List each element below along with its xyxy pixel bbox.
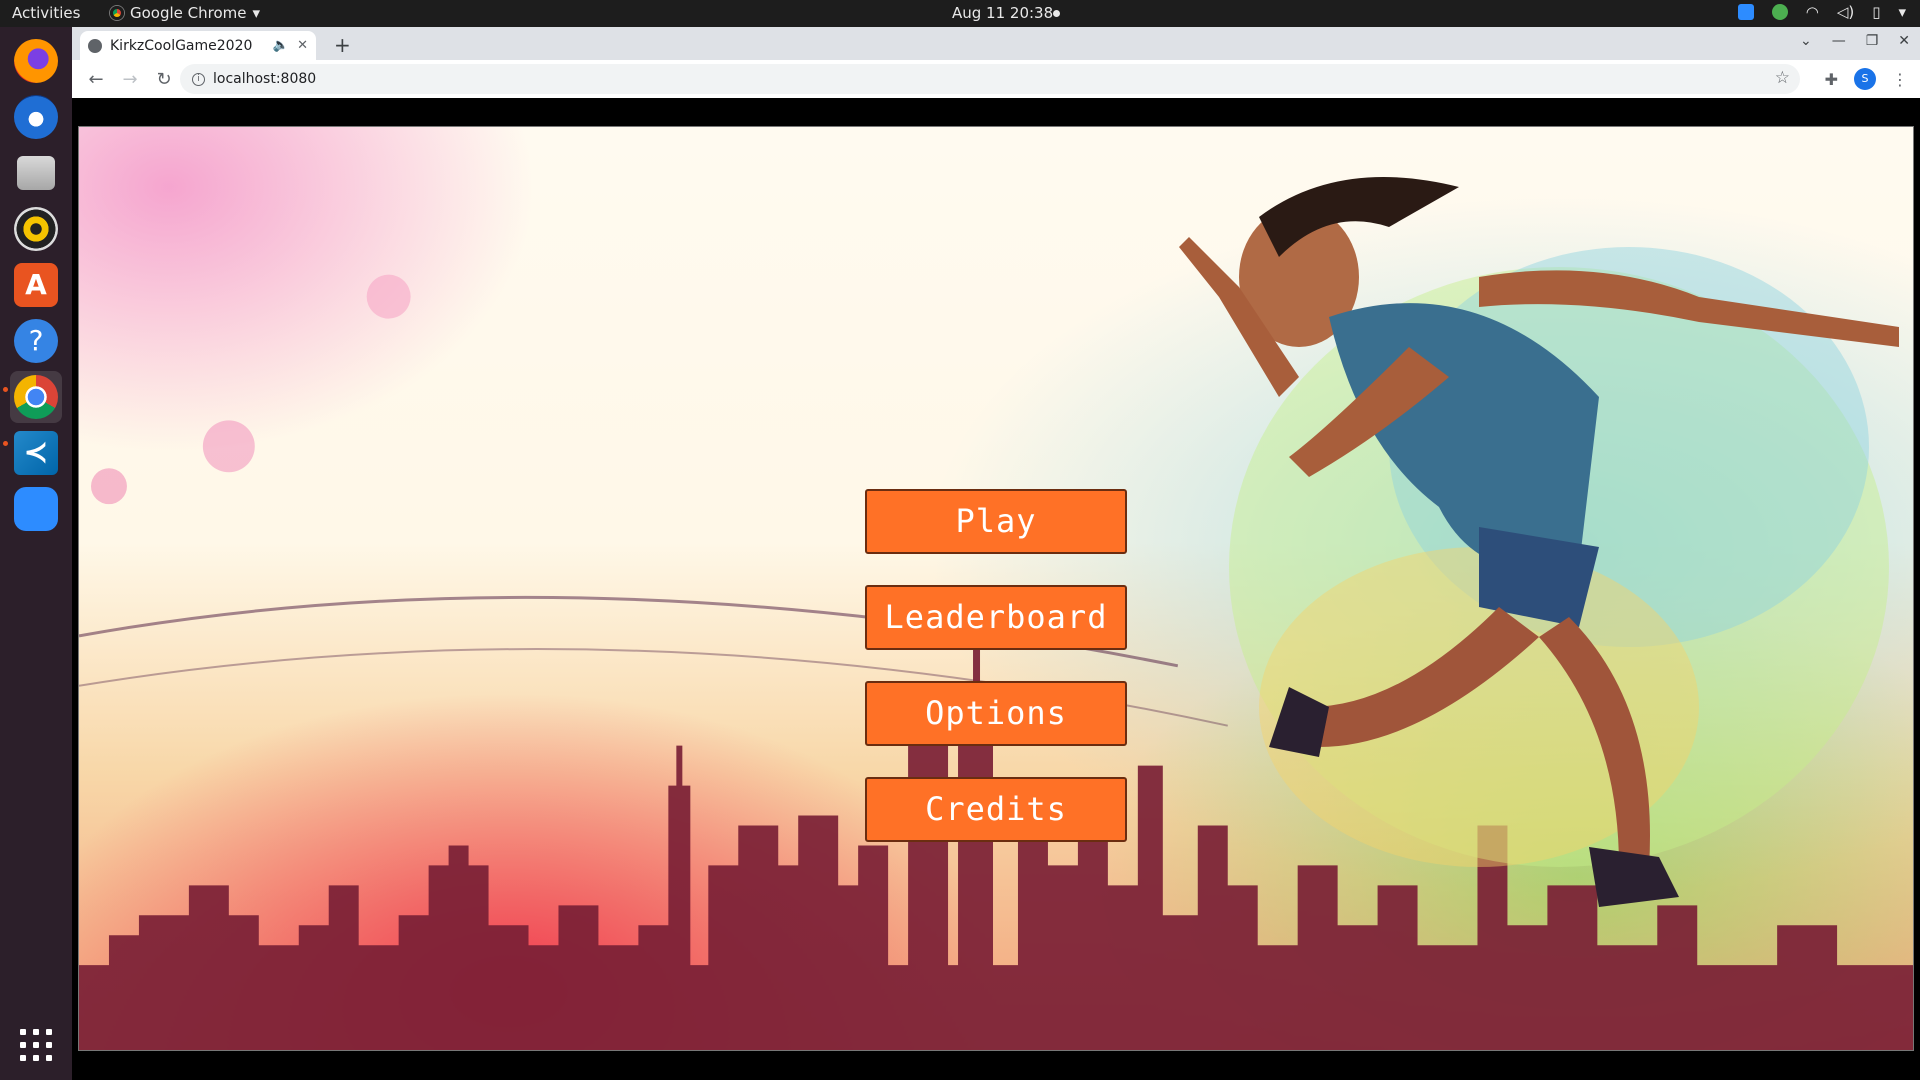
sprinter-illustration bbox=[1179, 177, 1899, 907]
minimize-icon[interactable]: — bbox=[1832, 33, 1846, 49]
chrome-menu-icon[interactable]: ⋮ bbox=[1892, 70, 1908, 89]
toolbar-right: ✚ S ⋮ bbox=[1825, 68, 1908, 90]
dock-help[interactable]: ? bbox=[10, 315, 62, 367]
app-menu[interactable]: Google Chrome ▾ bbox=[110, 4, 260, 22]
chrome-icon bbox=[110, 6, 124, 20]
dock-zoom[interactable] bbox=[10, 483, 62, 535]
dock: A ? ≺ bbox=[0, 27, 72, 1080]
browser-window: KirkzCoolGame2020 🔈 ✕ + ⌄ — ❐ ✕ ← → ↻ i … bbox=[72, 27, 1920, 98]
url-text: localhost:8080 bbox=[213, 71, 317, 87]
vscode-icon: ≺ bbox=[14, 431, 58, 475]
caret-down-icon: ▾ bbox=[252, 4, 261, 22]
address-bar[interactable]: i localhost:8080 ☆ bbox=[180, 64, 1800, 94]
dock-ubuntu-software[interactable]: A bbox=[10, 259, 62, 311]
show-applications-icon[interactable] bbox=[20, 1029, 52, 1061]
game-canvas[interactable]: Play Leaderboard Options Credits bbox=[78, 126, 1914, 1051]
dock-vscode[interactable]: ≺ bbox=[10, 427, 62, 479]
extensions-puzzle-icon[interactable]: ✚ bbox=[1825, 70, 1838, 89]
firefox-icon bbox=[14, 39, 58, 83]
profile-avatar[interactable]: S bbox=[1854, 68, 1876, 90]
dock-thunderbird[interactable] bbox=[10, 91, 62, 143]
tab-active[interactable]: KirkzCoolGame2020 🔈 ✕ bbox=[80, 31, 316, 60]
dock-firefox[interactable] bbox=[10, 35, 62, 87]
credits-button[interactable]: Credits bbox=[865, 777, 1127, 842]
help-icon: ? bbox=[14, 319, 58, 363]
dock-chrome[interactable] bbox=[10, 371, 62, 423]
notification-dot-icon bbox=[1053, 10, 1060, 17]
update-tray-icon[interactable] bbox=[1771, 4, 1788, 20]
forward-button[interactable]: → bbox=[120, 69, 140, 90]
bookmark-star-icon[interactable]: ☆ bbox=[1775, 68, 1790, 88]
tab-close-icon[interactable]: ✕ bbox=[297, 38, 308, 53]
browser-toolbar: ← → ↻ i localhost:8080 ☆ ✚ S ⋮ bbox=[72, 60, 1920, 98]
restore-icon[interactable]: ❐ bbox=[1866, 33, 1879, 49]
running-indicator bbox=[3, 441, 8, 446]
rhythmbox-icon bbox=[14, 207, 58, 251]
page-viewport: Play Leaderboard Options Credits bbox=[72, 98, 1920, 1080]
tab-audio-icon[interactable]: 🔈 bbox=[273, 38, 289, 53]
zoom-tray-icon[interactable] bbox=[1737, 4, 1754, 20]
activities-button[interactable]: Activities bbox=[12, 4, 80, 22]
wifi-icon: ◠ bbox=[1805, 3, 1819, 21]
tab-title: KirkzCoolGame2020 bbox=[110, 37, 253, 54]
leaderboard-button[interactable]: Leaderboard bbox=[865, 585, 1127, 650]
window-controls: ⌄ — ❐ ✕ bbox=[1800, 33, 1910, 49]
thunderbird-icon bbox=[14, 95, 58, 139]
tab-favicon-icon bbox=[88, 38, 102, 53]
battery-icon: ▯ bbox=[1872, 3, 1881, 21]
site-info-icon[interactable]: i bbox=[192, 72, 205, 86]
new-tab-button[interactable]: + bbox=[334, 33, 351, 57]
play-button[interactable]: Play bbox=[865, 489, 1127, 554]
options-button[interactable]: Options bbox=[865, 681, 1127, 746]
app-menu-label: Google Chrome bbox=[130, 4, 247, 22]
tab-search-icon[interactable]: ⌄ bbox=[1800, 33, 1812, 49]
back-button[interactable]: ← bbox=[86, 69, 106, 90]
chrome-icon bbox=[14, 375, 58, 419]
volume-icon: ◁) bbox=[1836, 3, 1855, 21]
clock[interactable]: Aug 11 20:38 bbox=[952, 4, 1053, 22]
dock-rhythmbox[interactable] bbox=[10, 203, 62, 255]
zoom-icon bbox=[14, 487, 58, 531]
system-tray[interactable]: ◠ ◁) ▯ ▾ bbox=[1737, 3, 1906, 21]
files-icon bbox=[17, 156, 55, 190]
system-menu-caret-icon[interactable]: ▾ bbox=[1898, 3, 1906, 21]
reload-button[interactable]: ↻ bbox=[154, 69, 174, 90]
dock-files[interactable] bbox=[10, 147, 62, 199]
close-window-icon[interactable]: ✕ bbox=[1898, 33, 1910, 49]
system-top-bar: Activities Google Chrome ▾ Aug 11 20:38 … bbox=[0, 0, 1920, 27]
running-indicator bbox=[3, 387, 8, 392]
main-menu: Play Leaderboard Options Credits bbox=[865, 489, 1127, 873]
software-store-icon: A bbox=[14, 263, 58, 307]
tab-strip: KirkzCoolGame2020 🔈 ✕ + ⌄ — ❐ ✕ bbox=[72, 27, 1920, 60]
